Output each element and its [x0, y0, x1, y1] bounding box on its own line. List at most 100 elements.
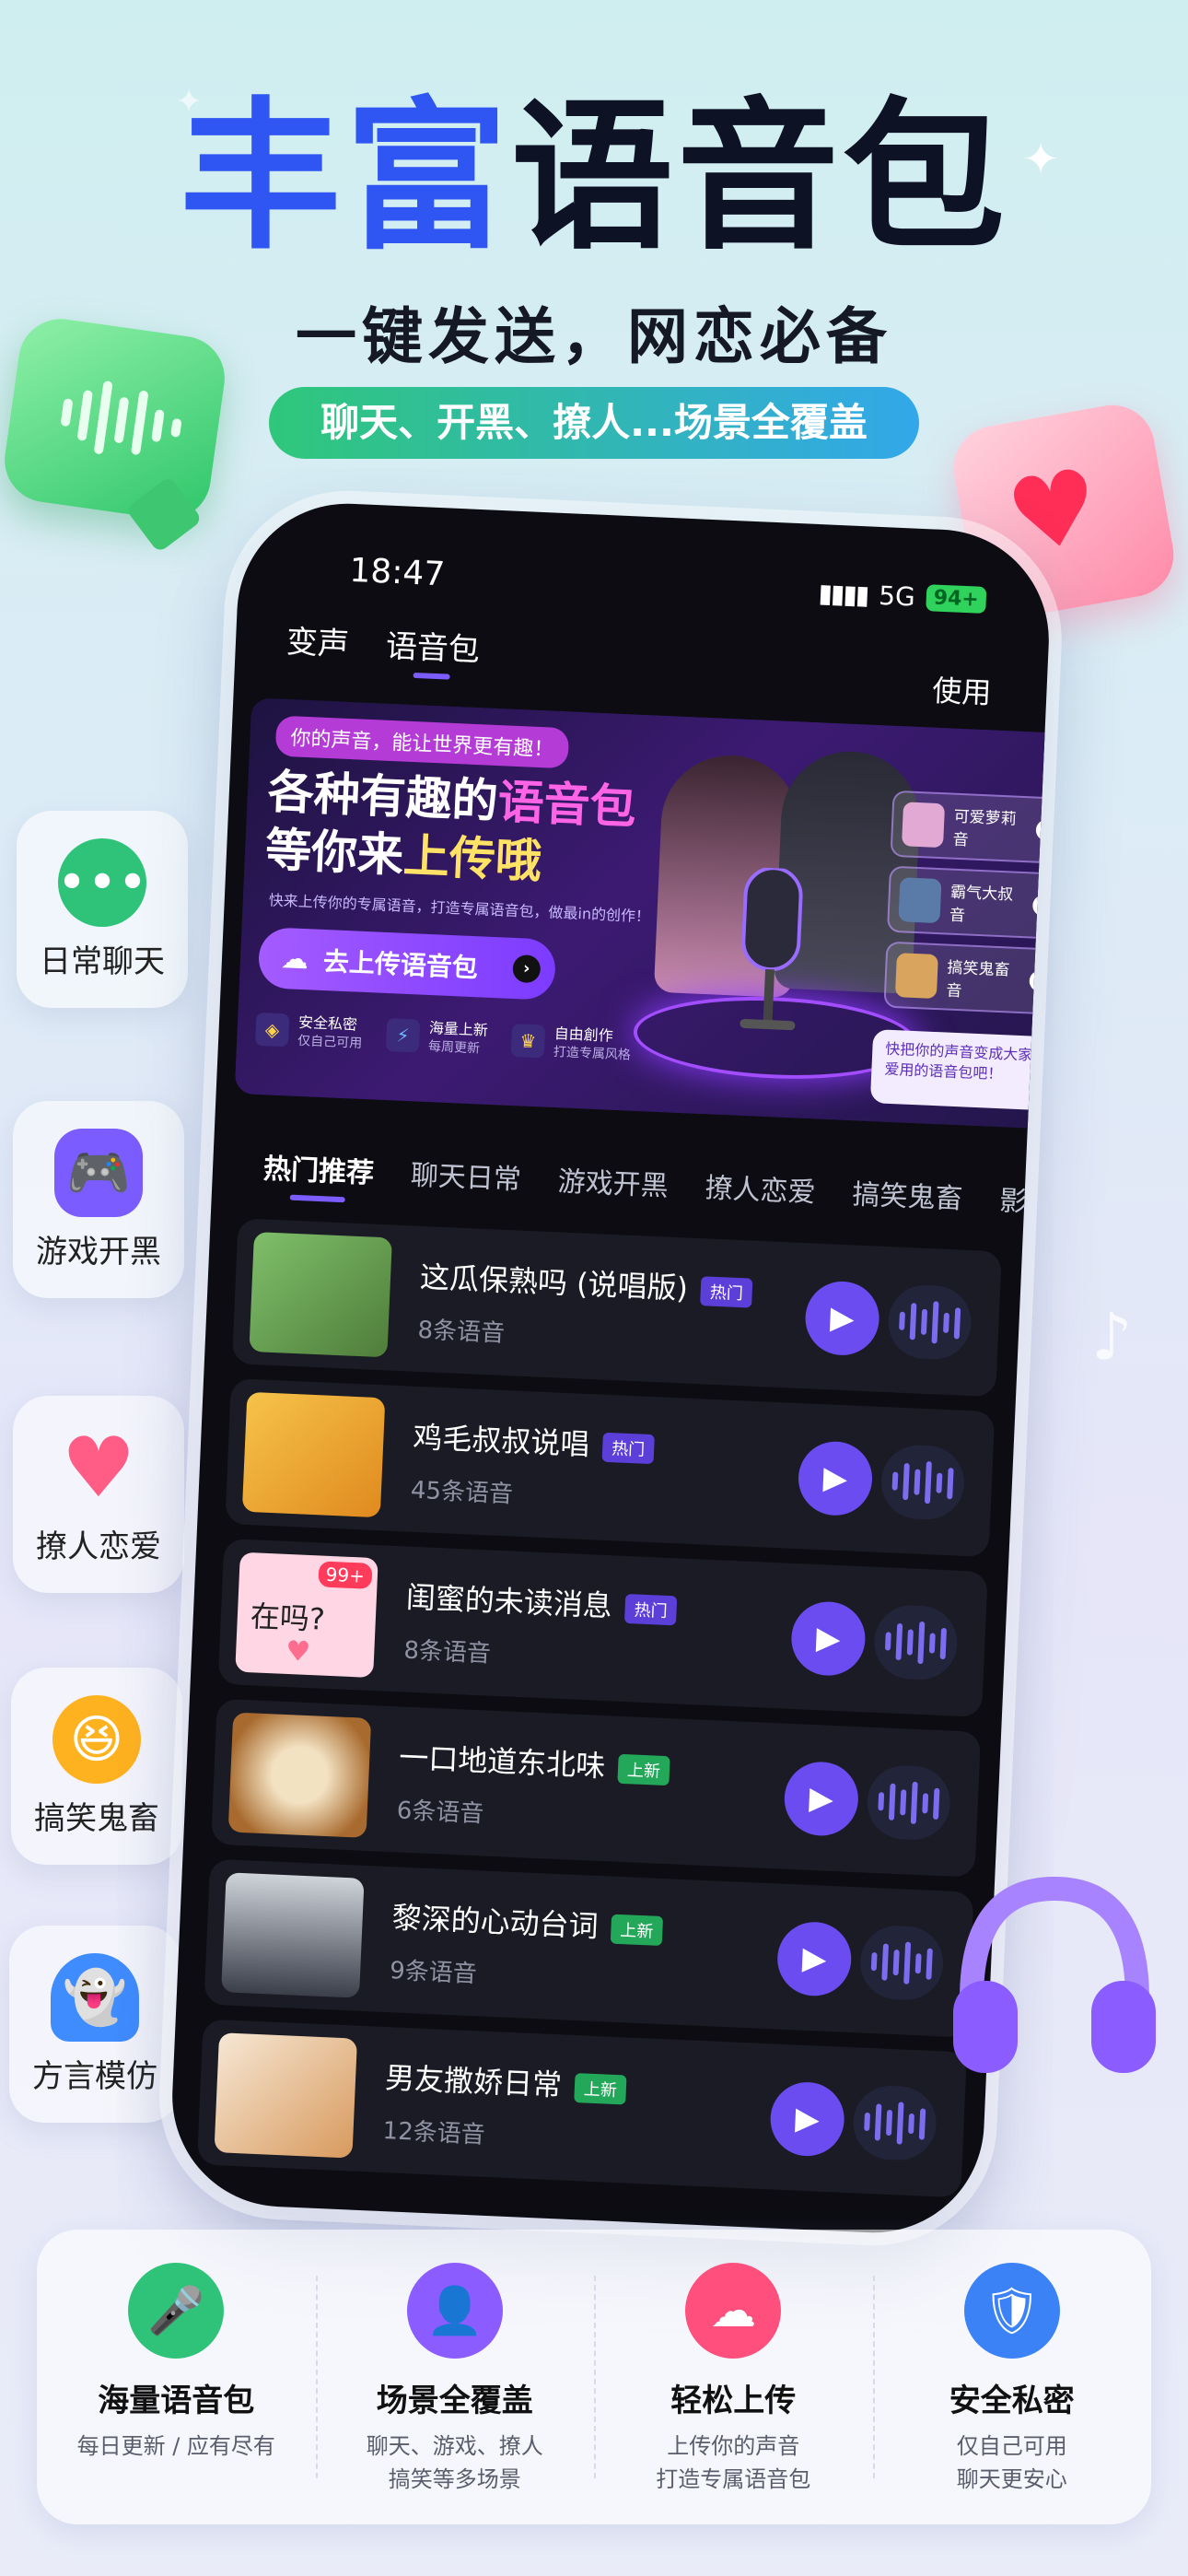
signal-icon: ▮▮▮▮: [817, 578, 869, 611]
unread-badge: 99+: [318, 1561, 373, 1589]
voice-type-label: 霸气大叔音: [949, 883, 1014, 926]
heart-icon: ♥: [285, 1634, 311, 1669]
banner-chat-bubble: 快把你的声音变成大家都爱用的语音包吧！: [869, 1029, 1054, 1112]
voice-type-card[interactable]: 搞笑鬼畜音 ▶: [883, 941, 1054, 1015]
hero-title-accent: 丰富: [179, 83, 511, 272]
feature-desc-line: 打造专属语音包: [656, 2466, 811, 2492]
feature-desc-line: 聊天更安心: [956, 2466, 1067, 2492]
voice-pack-row[interactable]: 这瓜保熟吗 (说唱版) 热门 8条语音 ▶: [231, 1218, 1002, 1398]
feature-desc-line: 上传你的声音: [667, 2433, 800, 2459]
play-button[interactable]: ▶: [797, 1440, 874, 1517]
use-button[interactable]: 使用: [931, 668, 993, 713]
play-button[interactable]: ▶: [803, 1280, 881, 1357]
feature-desc-line: 仅自己可用: [956, 2433, 1067, 2459]
play-button[interactable]: ▶: [775, 1920, 853, 1997]
voice-pack-thumbnail: [227, 1712, 372, 1838]
voice-type-card[interactable]: 霸气大叔音 ▶: [886, 865, 1054, 940]
feature-desc-line: 聊天、游戏、撩人: [366, 2433, 543, 2459]
waveform-icon: [858, 1924, 945, 2002]
feature-desc-line: 搞笑等多场景: [388, 2466, 521, 2492]
voice-pack-thumbnail: [241, 1391, 386, 1518]
voice-bubble-icon: [0, 313, 230, 554]
banner-feature-sub: 打造专属风格: [553, 1044, 632, 1063]
voice-count: 6条语音: [396, 1797, 484, 1829]
voice-pack-title-text: 黎深的心动台词: [390, 1900, 600, 1944]
cloud-upload-icon: ☁: [685, 2263, 782, 2359]
side-category-love[interactable]: ♥ 撩人恋爱: [13, 1396, 184, 1593]
tab-chat[interactable]: 聊天日常: [410, 1152, 522, 1197]
play-button[interactable]: ▶: [789, 1599, 868, 1678]
tab-funny[interactable]: 搞笑鬼畜: [852, 1171, 964, 1216]
tab-voice-changer[interactable]: 变声: [285, 616, 350, 664]
voice-pack-thumbnail: 在吗? 99+ ♥: [235, 1551, 379, 1679]
ghost-icon: 👻: [51, 1953, 139, 2042]
voice-pack-row[interactable]: 一口地道东北味 上新 6条语音 ▶: [211, 1698, 982, 1878]
hot-badge: 热门: [700, 1276, 753, 1308]
voice-pack-thumbnail: [249, 1231, 392, 1358]
phone-mockup: 18:47 ▮▮▮▮ 5G 94+ 变声 语音包 使用 你的声音，能让世界更有趣…: [168, 498, 1054, 2238]
status-bar: ▮▮▮▮ 5G 94+: [817, 578, 987, 615]
upload-banner[interactable]: 你的声音，能让世界更有趣！ 各种有趣的语音包 等你来上传哦 快来上传你的专属语音…: [234, 697, 1054, 1130]
hot-badge: 热门: [601, 1432, 655, 1465]
tab-hot[interactable]: 热门推荐: [262, 1145, 375, 1190]
banner-feature-sub: 仅自己可用: [297, 1033, 363, 1051]
side-category-dialect[interactable]: 👻 方言模仿: [9, 1926, 181, 2123]
heart-icon: ♥: [61, 1419, 136, 1516]
voice-pack-title-text: 鸡毛叔叔说唱: [412, 1419, 591, 1463]
voice-pack-row[interactable]: 鸡毛叔叔说唱 热门 45条语音 ▶: [225, 1378, 996, 1558]
voice-count: 8条语音: [416, 1316, 506, 1348]
new-badge: 上新: [610, 1914, 664, 1947]
voice-pack-title: 黎深的心动台词 上新: [391, 1894, 664, 1949]
side-category-chat[interactable]: ••• 日常聊天: [17, 811, 188, 1008]
play-button[interactable]: ▶: [783, 1760, 860, 1838]
sparkle-icon: ✦: [175, 83, 204, 121]
headphones-icon: [953, 1876, 1156, 2073]
hero-title: 丰富语音包: [0, 97, 1188, 259]
banner-feature-sub: 每周更新: [427, 1038, 481, 1057]
new-badge: 上新: [617, 1753, 670, 1786]
feature-voice-packs: 🎤 海量语音包 每日更新 / 应有尽有: [37, 2230, 316, 2524]
voice-pack-title-text: 一口地道东北味: [398, 1739, 606, 1785]
voice-pack-row[interactable]: 男友撒娇日常 上新 12条语音 ▶: [196, 2019, 967, 2198]
microphone-icon: 🎤: [128, 2263, 225, 2359]
play-icon: ▶: [1035, 819, 1054, 841]
waveform-icon: [872, 1603, 960, 1681]
tab-voice-pack[interactable]: 语音包: [385, 621, 481, 670]
shield-icon: 🛡: [963, 2263, 1060, 2359]
feature-desc-line: 每日更新 / 应有尽有: [76, 2433, 275, 2459]
banner-feature-title: 安全私密: [297, 1013, 358, 1034]
banner-feature: ⚡ 海量上新 每周更新: [385, 1017, 489, 1058]
hero-title-main: 语音包: [511, 83, 1009, 272]
side-category-gaming[interactable]: 🎮 游戏开黑: [13, 1101, 184, 1298]
avatar: [902, 802, 946, 849]
tab-gaming[interactable]: 游戏开黑: [557, 1158, 670, 1203]
banner-headline-text: 各种有趣的: [266, 765, 499, 829]
new-badge: 上新: [574, 2073, 627, 2105]
waveform-icon: [879, 1443, 966, 1521]
feature-desc: 上传你的声音 打造专属语音包: [594, 2430, 873, 2496]
top-tabs: 变声 语音包: [285, 616, 481, 670]
upload-voice-pack-button[interactable]: ☁ 去上传语音包 ›: [257, 926, 557, 1001]
waveform-icon: [886, 1283, 973, 1361]
play-button[interactable]: ▶: [768, 2080, 846, 2158]
battery-icon: 94+: [926, 584, 987, 614]
status-time: 18:47: [348, 551, 447, 594]
feature-desc: 每日更新 / 应有尽有: [37, 2430, 316, 2463]
tab-love[interactable]: 撩人恋爱: [705, 1165, 817, 1210]
voice-type-card[interactable]: 可爱萝莉音 ▶: [890, 790, 1054, 864]
banner-tag: 你的声音，能让世界更有趣！: [274, 715, 570, 769]
voice-pack-row[interactable]: 在吗? 99+ ♥ 闺蜜的未读消息 热门 8条语音 ▶: [217, 1538, 988, 1717]
user-scene-icon: 👤: [406, 2263, 503, 2359]
voice-pack-row[interactable]: 黎深的心动台词 上新 9条语音 ▶: [204, 1858, 974, 2038]
voice-pack-title: 男友撒娇日常 上新: [384, 2055, 627, 2107]
banner-feature: ♛ 自由創作 打造专属风格: [510, 1023, 633, 1064]
tab-movies[interactable]: 影视动漫: [999, 1177, 1054, 1223]
shield-icon: ◈: [254, 1013, 290, 1048]
voice-count: 45条语音: [410, 1476, 514, 1509]
side-category-funny[interactable]: 😆 搞笑鬼畜: [11, 1668, 182, 1865]
avatar: [898, 877, 942, 924]
banner-feature-title: 海量上新: [428, 1019, 489, 1039]
voice-count: 12条语音: [381, 2117, 486, 2149]
feature-privacy: 🛡 安全私密 仅自己可用 聊天更安心: [872, 2230, 1152, 2524]
banner-feature: ◈ 安全私密 仅自己可用: [254, 1012, 364, 1052]
